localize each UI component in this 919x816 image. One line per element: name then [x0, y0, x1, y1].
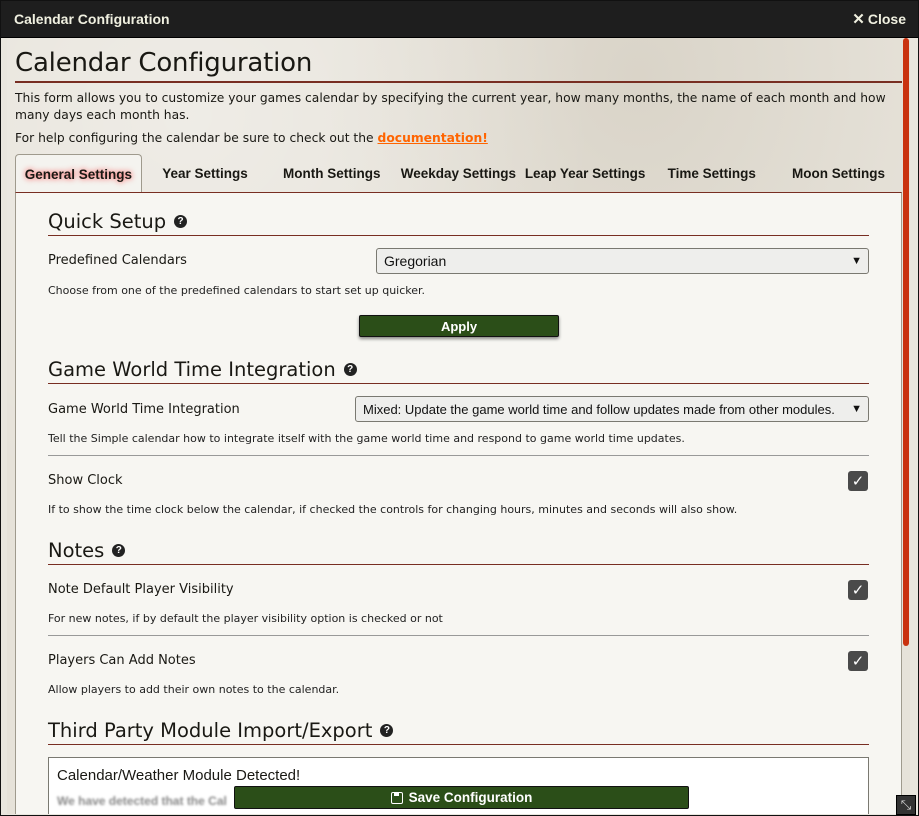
apply-button[interactable]: Apply [359, 315, 559, 337]
page-title: Calendar Configuration [15, 48, 902, 83]
documentation-link[interactable]: documentation! [378, 131, 488, 145]
quick-setup-title: Quick Setup [48, 210, 167, 233]
save-icon [390, 791, 403, 804]
close-icon: ✕ [852, 11, 865, 28]
help-icon[interactable]: ? [174, 215, 188, 228]
predefined-calendars-value: Gregorian [384, 253, 447, 269]
save-configuration-button[interactable]: Save Configuration [234, 786, 689, 809]
tab-month-settings[interactable]: Month Settings [268, 154, 395, 193]
checkmark-icon: ✓ [851, 652, 865, 670]
time-integration-title: Game World Time Integration [48, 358, 336, 381]
module-detected-text: We have detected that the Cal [57, 794, 227, 808]
intro-text: This form allows you to customize your g… [15, 91, 886, 122]
tab-general-settings[interactable]: General Settings [15, 154, 142, 193]
third-party-title: Third Party Module Import/Export [48, 719, 373, 742]
window-title: Calendar Configuration [14, 11, 170, 27]
chevron-down-icon: ▼ [851, 403, 862, 415]
general-settings-panel: Quick Setup ? Predefined Calendars Grego… [15, 192, 902, 814]
tab-time-settings[interactable]: Time Settings [648, 154, 775, 193]
time-integration-select[interactable]: Mixed: Update the game world time and fo… [355, 396, 869, 422]
predefined-calendars-label: Predefined Calendars [48, 253, 187, 268]
time-integration-label: Game World Time Integration [48, 402, 240, 417]
note-visibility-hint: For new notes, if by default the player … [48, 612, 443, 625]
help-prefix: For help configuring the calendar be sur… [15, 131, 378, 145]
divider [48, 635, 869, 636]
third-party-heading: Third Party Module Import/Export ? [48, 719, 869, 745]
players-add-notes-label: Players Can Add Notes [48, 653, 196, 668]
note-visibility-label: Note Default Player Visibility [48, 582, 234, 597]
notes-heading: Notes ? [48, 539, 869, 565]
show-clock-hint: If to show the time clock below the cale… [48, 503, 738, 516]
show-clock-label: Show Clock [48, 473, 123, 488]
calendar-config-window: Calendar Configuration ✕ Close Calendar … [0, 0, 919, 816]
time-integration-value: Mixed: Update the game world time and fo… [363, 401, 835, 417]
module-detected-title: Calendar/Weather Module Detected! [57, 767, 301, 784]
tab-moon-settings[interactable]: Moon Settings [775, 154, 902, 193]
save-configuration-label: Save Configuration [408, 790, 533, 805]
show-clock-checkbox[interactable]: ✓ [848, 471, 868, 491]
divider [48, 455, 869, 456]
checkmark-icon: ✓ [851, 581, 865, 599]
scrollbar[interactable] [903, 38, 909, 646]
settings-tabs: General Settings Year Settings Month Set… [15, 154, 902, 193]
quick-setup-heading: Quick Setup ? [48, 210, 869, 236]
players-add-notes-hint: Allow players to add their own notes to … [48, 683, 340, 696]
resize-handle-icon[interactable]: ⤡ [896, 795, 916, 815]
tab-leap-year-settings[interactable]: Leap Year Settings [522, 154, 649, 193]
close-label: Close [867, 11, 906, 27]
window-content: Calendar Configuration This form allows … [7, 38, 910, 814]
window-titlebar[interactable]: Calendar Configuration ✕ Close [1, 1, 918, 38]
time-integration-heading: Game World Time Integration ? [48, 358, 869, 384]
chevron-down-icon: ▼ [851, 255, 862, 267]
predefined-calendars-hint: Choose from one of the predefined calend… [48, 284, 426, 297]
predefined-calendars-select[interactable]: Gregorian ▼ [376, 248, 869, 274]
help-icon[interactable]: ? [343, 363, 357, 376]
note-visibility-checkbox[interactable]: ✓ [848, 580, 868, 600]
notes-title: Notes [48, 539, 105, 562]
help-icon[interactable]: ? [380, 724, 394, 737]
tab-year-settings[interactable]: Year Settings [142, 154, 269, 193]
tab-weekday-settings[interactable]: Weekday Settings [395, 154, 522, 193]
close-button[interactable]: ✕ Close [852, 10, 906, 28]
time-integration-hint: Tell the Simple calendar how to integrat… [48, 432, 685, 445]
help-text: For help configuring the calendar be sur… [15, 131, 488, 145]
checkmark-icon: ✓ [851, 472, 865, 490]
players-add-notes-checkbox[interactable]: ✓ [848, 651, 868, 671]
help-icon[interactable]: ? [112, 544, 126, 557]
